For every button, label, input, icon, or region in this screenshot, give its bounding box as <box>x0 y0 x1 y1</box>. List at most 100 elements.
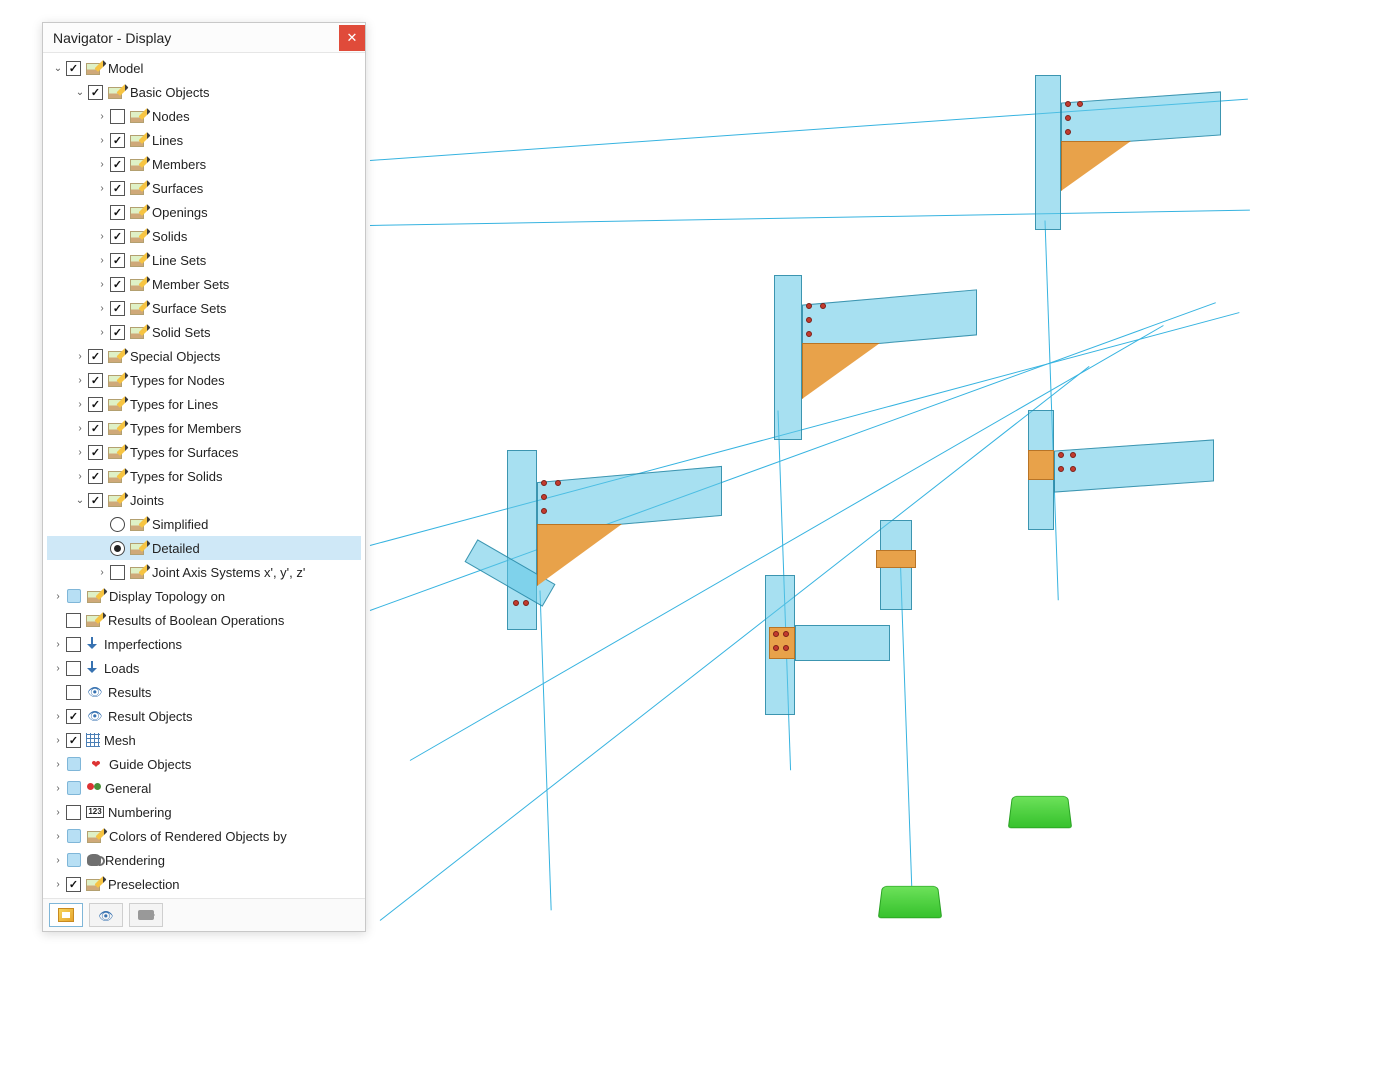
radio[interactable] <box>110 541 125 556</box>
checkbox[interactable] <box>110 565 125 580</box>
caret-icon[interactable]: › <box>73 447 87 458</box>
tree-item-types-lines[interactable]: › Types for Lines <box>47 392 361 416</box>
caret-icon[interactable]: › <box>95 303 109 314</box>
checkbox[interactable] <box>110 109 125 124</box>
tree-item-joint-axis[interactable]: › Joint Axis Systems x', y', z' <box>47 560 361 584</box>
tree-item-loads[interactable]: › Loads <box>47 656 361 680</box>
checkbox[interactable] <box>66 685 81 700</box>
checkbox[interactable] <box>66 709 81 724</box>
checkbox[interactable] <box>88 421 103 436</box>
caret-icon[interactable]: › <box>95 135 109 146</box>
caret-icon[interactable]: ⌄ <box>51 63 65 74</box>
tree-item-guide-objects[interactable]: › Guide Objects <box>47 752 361 776</box>
tree-item-imperfections[interactable]: › Imperfections <box>47 632 361 656</box>
tree-item-mesh[interactable]: › Mesh <box>47 728 361 752</box>
tree-item-members[interactable]: › Members <box>47 152 361 176</box>
tree-item-colors[interactable]: › Colors of Rendered Objects by <box>47 824 361 848</box>
caret-icon[interactable]: › <box>51 639 65 650</box>
camera-mode-button[interactable] <box>129 903 163 927</box>
checkbox[interactable] <box>88 349 103 364</box>
support[interactable] <box>1008 796 1072 828</box>
caret-icon[interactable]: › <box>51 663 65 674</box>
checkbox[interactable] <box>88 469 103 484</box>
caret-icon[interactable]: › <box>95 567 109 578</box>
tree-item-types-nodes[interactable]: › Types for Nodes <box>47 368 361 392</box>
checkbox[interactable] <box>110 277 125 292</box>
checkbox[interactable] <box>110 229 125 244</box>
tree-item-types-solids[interactable]: › Types for Solids <box>47 464 361 488</box>
caret-icon[interactable]: › <box>73 423 87 434</box>
caret-icon[interactable]: › <box>73 351 87 362</box>
checkbox[interactable] <box>88 373 103 388</box>
caret-icon[interactable]: › <box>73 399 87 410</box>
checkbox[interactable] <box>110 253 125 268</box>
tree-item-surface-sets[interactable]: › Surface Sets <box>47 296 361 320</box>
caret-icon[interactable]: › <box>51 783 65 794</box>
navigator-mode-button[interactable] <box>49 903 83 927</box>
checkbox[interactable] <box>66 877 81 892</box>
tree-item-detailed[interactable]: › Detailed <box>47 536 361 560</box>
caret-icon[interactable]: › <box>95 231 109 242</box>
checkbox[interactable] <box>88 85 103 100</box>
tree-item-general[interactable]: › General <box>47 776 361 800</box>
tree-item-special-objects[interactable]: › Special Objects <box>47 344 361 368</box>
caret-icon[interactable]: › <box>51 759 65 770</box>
radio[interactable] <box>110 517 125 532</box>
tree-item-surfaces[interactable]: › Surfaces <box>47 176 361 200</box>
tree-item-display-topology[interactable]: › Display Topology on <box>47 584 361 608</box>
tree-item-solids[interactable]: › Solids <box>47 224 361 248</box>
caret-icon[interactable]: › <box>51 879 65 890</box>
close-button[interactable]: ✕ <box>339 25 365 51</box>
checkbox[interactable] <box>66 637 81 652</box>
tree-item-openings[interactable]: › Openings <box>47 200 361 224</box>
caret-icon[interactable]: › <box>95 327 109 338</box>
support[interactable] <box>878 886 942 918</box>
checkbox[interactable] <box>66 61 81 76</box>
tree-item-preselection[interactable]: › Preselection <box>47 872 361 896</box>
checkbox[interactable] <box>110 133 125 148</box>
tree-item-joints[interactable]: ⌄ Joints <box>47 488 361 512</box>
tree-item-results[interactable]: › Results <box>47 680 361 704</box>
caret-icon[interactable]: › <box>51 855 65 866</box>
checkbox[interactable] <box>66 661 81 676</box>
caret-icon[interactable]: › <box>51 591 65 602</box>
checkbox[interactable] <box>110 157 125 172</box>
tree-item-nodes[interactable]: › Nodes <box>47 104 361 128</box>
caret-icon[interactable]: › <box>95 183 109 194</box>
caret-icon[interactable]: ⌄ <box>73 87 87 98</box>
caret-icon[interactable]: ⌄ <box>73 495 87 506</box>
checkbox[interactable] <box>110 325 125 340</box>
checkbox[interactable] <box>88 493 103 508</box>
tree-item-solid-sets[interactable]: › Solid Sets <box>47 320 361 344</box>
tree-item-model[interactable]: ⌄ Model <box>47 56 361 80</box>
tree-item-rendering[interactable]: › Rendering <box>47 848 361 872</box>
tree-item-lines[interactable]: › Lines <box>47 128 361 152</box>
tree-item-result-objects[interactable]: › Result Objects <box>47 704 361 728</box>
caret-icon[interactable]: › <box>73 375 87 386</box>
caret-icon[interactable]: › <box>51 735 65 746</box>
checkbox[interactable] <box>88 397 103 412</box>
tree-item-member-sets[interactable]: › Member Sets <box>47 272 361 296</box>
checkbox[interactable] <box>110 181 125 196</box>
tree-item-types-surfaces[interactable]: › Types for Surfaces <box>47 440 361 464</box>
caret-icon[interactable]: › <box>95 279 109 290</box>
checkbox[interactable] <box>66 805 81 820</box>
checkbox[interactable] <box>110 205 125 220</box>
tree-item-boolean-results[interactable]: › Results of Boolean Operations <box>47 608 361 632</box>
tree-item-simplified[interactable]: › Simplified <box>47 512 361 536</box>
tree-item-types-members[interactable]: › Types for Members <box>47 416 361 440</box>
checkbox[interactable] <box>66 613 81 628</box>
caret-icon[interactable]: › <box>51 807 65 818</box>
caret-icon[interactable]: › <box>95 111 109 122</box>
checkbox[interactable] <box>110 301 125 316</box>
caret-icon[interactable]: › <box>51 831 65 842</box>
caret-icon[interactable]: › <box>95 159 109 170</box>
views-mode-button[interactable] <box>89 903 123 927</box>
caret-icon[interactable]: › <box>51 711 65 722</box>
checkbox[interactable] <box>88 445 103 460</box>
caret-icon[interactable]: › <box>95 255 109 266</box>
tree-item-numbering[interactable]: › 123 Numbering <box>47 800 361 824</box>
tree-item-basic-objects[interactable]: ⌄ Basic Objects <box>47 80 361 104</box>
tree-item-line-sets[interactable]: › Line Sets <box>47 248 361 272</box>
checkbox[interactable] <box>66 733 81 748</box>
